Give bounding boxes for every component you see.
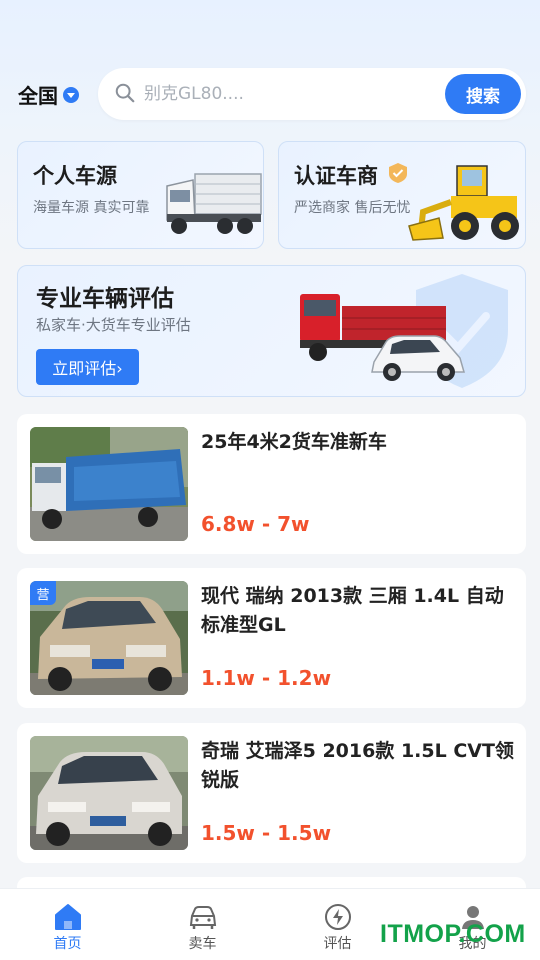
card-title: 个人车源 [33, 164, 117, 188]
card-subtitle: 海量车源 真实可靠 [33, 200, 150, 216]
tab-label: 首页 [53, 936, 82, 952]
listing-price: 1.5w - 1.5w [201, 821, 332, 845]
vehicle-photo-wrapper: 营 [30, 581, 188, 695]
search-icon [115, 83, 135, 103]
certified-dealer-card[interactable]: 认证车商 严选商家 售后无忧 [278, 141, 526, 249]
tab-label: 卖车 [188, 936, 217, 952]
evaluate-now-button[interactable]: 立即评估› [36, 349, 139, 385]
tab-home[interactable]: 首页 [0, 889, 135, 960]
search-bar[interactable]: 搜索 [98, 68, 526, 120]
white-suv-image [371, 335, 465, 381]
listing-title: 25年4米2货车准新车 [201, 431, 387, 453]
listing-title: 现代 瑞纳 2013款 三厢 1.4L 自动标准型GL [201, 585, 504, 636]
search-input[interactable] [144, 78, 434, 110]
truck-image [166, 173, 262, 234]
region-selector[interactable]: 全国 [18, 80, 79, 109]
listing-price: 1.1w - 1.2w [201, 666, 332, 690]
search-button[interactable]: 搜索 [445, 74, 521, 114]
listing-title: 奇瑞 艾瑞泽5 2016款 1.5L CVT领锐版 [201, 740, 514, 791]
tab-sell-car[interactable]: 卖车 [135, 889, 270, 960]
medal-icon [389, 163, 407, 183]
list-item[interactable]: 营 现代 瑞纳 2013款 三厢 1.4L 自动标准型GL 1.1w - 1.2… [17, 568, 526, 708]
evaluation-card[interactable]: 专业车辆评估 私家车·大货车专业评估 立即评估› [17, 265, 526, 397]
home-icon [55, 904, 81, 930]
listing-price: 6.8w - 7w [201, 512, 310, 536]
merchant-badge: 营 [30, 581, 56, 605]
vehicle-photo [30, 736, 188, 850]
lightning-icon [325, 904, 351, 930]
vehicle-photo [30, 427, 188, 541]
watermark: ITMOP.COM [380, 920, 526, 948]
card-title: 认证车商 [294, 164, 378, 188]
card-title: 专业车辆评估 [36, 286, 174, 312]
loader-image [408, 165, 519, 241]
region-label: 全国 [18, 84, 58, 108]
card-subtitle: 严选商家 售后无忧 [294, 200, 411, 216]
car-icon [189, 906, 217, 929]
personal-listings-card[interactable]: 个人车源 海量车源 真实可靠 [17, 141, 264, 249]
list-item[interactable]: 奇瑞 艾瑞泽5 2016款 1.5L CVT领锐版 1.5w - 1.5w [17, 723, 526, 863]
list-item[interactable]: 25年4米2货车准新车 6.8w - 7w [17, 414, 526, 554]
card-subtitle: 私家车·大货车专业评估 [36, 316, 191, 334]
top-bar: 全国 搜索 [0, 66, 540, 122]
chevron-down-icon [63, 86, 79, 103]
